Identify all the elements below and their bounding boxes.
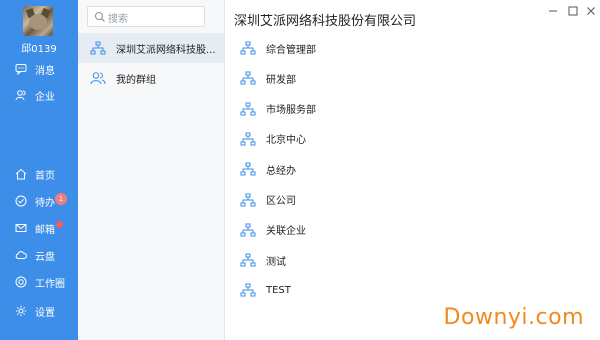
- check-circle-icon: [15, 195, 27, 207]
- rail-item-label: 设置: [35, 307, 55, 319]
- org-icon: [90, 41, 106, 55]
- rail-item-settings[interactable]: 设置: [0, 299, 78, 323]
- username: 邱0139: [21, 44, 57, 55]
- rail-item-label: 首页: [35, 170, 55, 182]
- department-label: 区公司: [266, 196, 296, 207]
- search-input[interactable]: 搜索: [87, 6, 205, 27]
- cloud-icon: [15, 251, 27, 259]
- rail-item-label: 邮箱: [35, 224, 55, 236]
- org-icon: [240, 41, 256, 55]
- rail-item-label: 待办: [35, 197, 55, 209]
- department-item[interactable]: 区公司: [240, 189, 296, 211]
- rail-item-workcircle[interactable]: 工作圈: [0, 270, 78, 294]
- search-icon: [95, 12, 105, 22]
- rail-item-home[interactable]: 首页: [0, 162, 78, 186]
- mail-icon: [15, 224, 27, 232]
- org-icon: [240, 132, 256, 146]
- department-item[interactable]: 测试: [240, 249, 286, 271]
- gear-icon: [15, 305, 27, 317]
- rail-item-label: 消息: [35, 65, 55, 77]
- sidebar-item-label: 深圳艾派网络科技股...: [116, 44, 216, 56]
- maximize-icon[interactable]: [566, 4, 580, 18]
- sidebar-item-label: 我的群组: [116, 74, 156, 86]
- watermark: Downyi.com: [443, 305, 584, 330]
- left-rail: 邱0139 消息 企业 首页 待办 1 邮箱 云盘 工作圈 设置: [0, 0, 78, 340]
- home-icon: [15, 168, 27, 180]
- department-label: TEST: [266, 284, 291, 296]
- users-icon: [15, 90, 26, 101]
- department-label: 综合管理部: [266, 44, 316, 56]
- close-icon[interactable]: [584, 4, 598, 18]
- org-icon: [240, 283, 256, 297]
- rail-item-label: 云盘: [35, 251, 55, 263]
- department-item[interactable]: 北京中心: [240, 128, 306, 150]
- department-item[interactable]: 总经办: [240, 158, 296, 180]
- search-placeholder: 搜索: [108, 14, 128, 25]
- group-icon: [90, 72, 106, 85]
- rail-item-enterprise[interactable]: 企业: [0, 83, 78, 107]
- org-icon: [240, 193, 256, 206]
- chat-icon: [15, 64, 27, 75]
- circle-icon: [15, 276, 27, 288]
- department-label: 总经办: [266, 165, 296, 177]
- department-label: 北京中心: [266, 135, 306, 147]
- rail-item-messages[interactable]: 消息: [0, 57, 78, 81]
- todo-count-badge: 1: [55, 193, 67, 205]
- org-icon: [240, 162, 256, 176]
- rail-item-label: 企业: [35, 91, 55, 103]
- department-label: 关联企业: [266, 226, 306, 238]
- main-panel: 深圳艾派网络科技股份有限公司 综合管理部研发部市场服务部北京中心总经办区公司关联…: [226, 0, 600, 340]
- avatar[interactable]: [23, 6, 53, 36]
- department-item[interactable]: 关联企业: [240, 219, 306, 241]
- mail-unread-dot: [56, 221, 63, 228]
- org-icon: [240, 223, 256, 237]
- department-item[interactable]: TEST: [240, 279, 291, 301]
- minimize-icon[interactable]: [546, 4, 560, 18]
- org-sidebar: 搜索 深圳艾派网络科技股... 我的群组: [78, 0, 225, 340]
- department-item[interactable]: 市场服务部: [240, 98, 316, 120]
- sidebar-item-my-groups[interactable]: 我的群组: [78, 63, 224, 93]
- department-item[interactable]: 综合管理部: [240, 37, 316, 59]
- sidebar-item-company[interactable]: 深圳艾派网络科技股...: [78, 33, 224, 63]
- rail-item-cloud[interactable]: 云盘: [0, 243, 78, 267]
- department-label: 市场服务部: [266, 105, 316, 117]
- org-icon: [240, 102, 256, 116]
- department-label: 研发部: [266, 74, 296, 86]
- department-label: 测试: [266, 256, 286, 268]
- org-icon: [240, 71, 256, 85]
- page-title: 深圳艾派网络科技股份有限公司: [234, 14, 417, 29]
- org-icon: [240, 253, 256, 267]
- rail-item-mail[interactable]: 邮箱: [0, 216, 78, 240]
- rail-item-label: 工作圈: [35, 278, 65, 290]
- department-item[interactable]: 研发部: [240, 67, 296, 89]
